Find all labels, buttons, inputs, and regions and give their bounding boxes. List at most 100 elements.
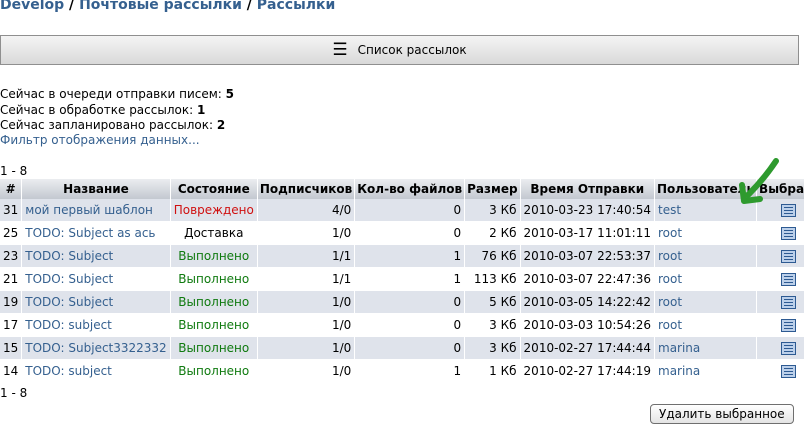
scheduled-label: Сейчас запланировано рассылок: xyxy=(0,118,217,132)
view-details-icon[interactable] xyxy=(781,296,797,309)
col-header-subscribers[interactable]: Подписчиков xyxy=(257,179,356,199)
breadcrumb-mailing[interactable]: Почтовые рассылки xyxy=(79,0,242,13)
view-details-icon[interactable] xyxy=(781,227,797,240)
mailing-name-link[interactable]: TODO: subject xyxy=(25,364,112,378)
cell-name: TODO: subject xyxy=(22,360,171,383)
cell-size: 113 Кб xyxy=(465,268,521,291)
cell-state: Выполнено xyxy=(170,268,258,291)
view-details-icon[interactable] xyxy=(781,319,797,332)
cell-user: root xyxy=(655,268,758,291)
cell-subscribers: 1/1 xyxy=(257,268,356,291)
view-details-icon[interactable] xyxy=(781,273,797,286)
cell-files: 1 xyxy=(355,360,466,383)
table-row: 19 TODO: Subject Выполнено 1/0 0 5 Кб 2010-03-… xyxy=(0,291,804,314)
col-header-size[interactable]: Размер xyxy=(465,179,521,199)
processing-value: 1 xyxy=(196,102,206,117)
breadcrumb-separator: / xyxy=(64,0,80,13)
mailing-list-toolbar[interactable]: ☰ Список рассылок xyxy=(0,35,799,65)
cell-state: Выполнено xyxy=(170,360,258,383)
table-row: 21 TODO: Subject Выполнено 1/1 1 113 Кб 2010-0… xyxy=(0,268,804,291)
cell-time: 2010-03-03 10:54:26 xyxy=(520,314,655,337)
view-details-icon[interactable] xyxy=(781,204,797,217)
cell-view xyxy=(757,360,804,383)
mailing-name-link[interactable]: TODO: Subject3322332 xyxy=(25,341,166,355)
cell-name: TODO: Subject3322332 xyxy=(22,337,171,360)
cell-state: Выполнено xyxy=(170,314,258,337)
cell-subscribers: 1/1 xyxy=(257,245,356,268)
user-link[interactable]: root xyxy=(658,226,682,240)
table-row: 17 TODO: subject Выполнено 1/0 0 3 Кб 2010-03-… xyxy=(0,314,804,337)
cell-user: root xyxy=(655,314,758,337)
cell-name: TODO: Subject xyxy=(22,291,171,314)
cell-files: 1 xyxy=(355,245,466,268)
cell-name: TODO: Subject xyxy=(22,245,171,268)
col-header-num[interactable]: # xyxy=(0,179,23,199)
pager-bottom: 1 - 8 xyxy=(0,386,28,400)
mailing-name-link[interactable]: TODO: Subject xyxy=(25,249,113,263)
user-link[interactable]: marina xyxy=(658,341,700,355)
user-link[interactable]: marina xyxy=(658,364,700,378)
cell-subscribers: 1/0 xyxy=(257,291,356,314)
table-row: 25 TODO: Subject as ась Доставка 1/0 0 2 Кб 20… xyxy=(0,222,804,245)
table-row: 15 TODO: Subject3322332 Выполнено 1/0 0 3 Кб 2… xyxy=(0,337,804,360)
col-header-time[interactable]: Время Отправки xyxy=(520,179,655,199)
mailing-table: # Название Состояние Подписчиков Кол-во … xyxy=(0,179,804,383)
delete-selected-button[interactable]: Удалить выбранное xyxy=(650,404,794,424)
cell-size: 1 Кб xyxy=(465,360,521,383)
mailing-name-link[interactable]: TODO: Subject as ась xyxy=(25,226,155,240)
user-link[interactable]: test xyxy=(658,203,681,217)
user-link[interactable]: root xyxy=(658,295,682,309)
mailing-name-link[interactable]: TODO: subject xyxy=(25,318,112,332)
cell-files: 0 xyxy=(355,291,466,314)
breadcrumb-newsletters[interactable]: Рассылки xyxy=(257,0,336,13)
col-header-state[interactable]: Состояние xyxy=(170,179,258,199)
mailing-name-link[interactable]: TODO: Subject xyxy=(25,272,113,286)
cell-state: Повреждено xyxy=(170,199,258,222)
cell-id: 15 xyxy=(0,337,23,360)
toolbar-label: Список рассылок xyxy=(357,43,467,57)
breadcrumb-develop[interactable]: Develop xyxy=(0,0,64,13)
cell-time: 2010-03-07 22:47:36 xyxy=(520,268,655,291)
cell-user: root xyxy=(655,222,758,245)
cell-user: marina xyxy=(655,337,758,360)
cell-view xyxy=(757,337,804,360)
cell-subscribers: 1/0 xyxy=(257,314,356,337)
view-details-icon[interactable] xyxy=(781,365,797,378)
cell-files: 0 xyxy=(355,222,466,245)
breadcrumb-separator: / xyxy=(241,0,257,13)
table-header-row: # Название Состояние Подписчиков Кол-во … xyxy=(0,179,804,199)
col-header-name[interactable]: Название xyxy=(22,179,171,199)
cell-files: 0 xyxy=(355,199,466,222)
cell-name: TODO: Subject xyxy=(22,268,171,291)
view-details-icon[interactable] xyxy=(781,250,797,263)
cell-time: 2010-03-23 17:40:54 xyxy=(520,199,655,222)
green-arrow-annotation xyxy=(739,158,779,204)
scheduled-value: 2 xyxy=(216,118,226,132)
mailing-name-link[interactable]: TODO: Subject xyxy=(25,295,113,309)
cell-time: 2010-03-05 14:22:42 xyxy=(520,291,655,314)
col-header-files[interactable]: Кол-во файлов xyxy=(355,179,466,199)
filter-link[interactable]: Фильтр отображения данных... xyxy=(0,133,200,147)
cell-state: Выполнено xyxy=(170,291,258,314)
user-link[interactable]: root xyxy=(658,272,682,286)
cell-id: 17 xyxy=(0,314,23,337)
cell-time: 2010-03-07 22:53:37 xyxy=(520,245,655,268)
cell-state: Выполнено xyxy=(170,245,258,268)
cell-user: root xyxy=(655,291,758,314)
cell-id: 23 xyxy=(0,245,23,268)
user-link[interactable]: root xyxy=(658,318,682,332)
view-details-icon[interactable] xyxy=(781,342,797,355)
cell-size: 3 Кб xyxy=(465,314,521,337)
cell-size: 5 Кб xyxy=(465,291,521,314)
cell-user: root xyxy=(655,245,758,268)
user-link[interactable]: root xyxy=(658,249,682,263)
cell-files: 0 xyxy=(355,314,466,337)
cell-size: 3 Кб xyxy=(465,337,521,360)
cell-subscribers: 1/0 xyxy=(257,337,356,360)
table-row: 23 TODO: Subject Выполнено 1/1 1 76 Кб 2010-03… xyxy=(0,245,804,268)
cell-view xyxy=(757,291,804,314)
menu-icon: ☰ xyxy=(332,39,348,60)
cell-time: 2010-03-17 11:01:11 xyxy=(520,222,655,245)
mailing-name-link[interactable]: мой первый шаблон xyxy=(25,203,153,217)
cell-id: 31 xyxy=(0,199,23,222)
